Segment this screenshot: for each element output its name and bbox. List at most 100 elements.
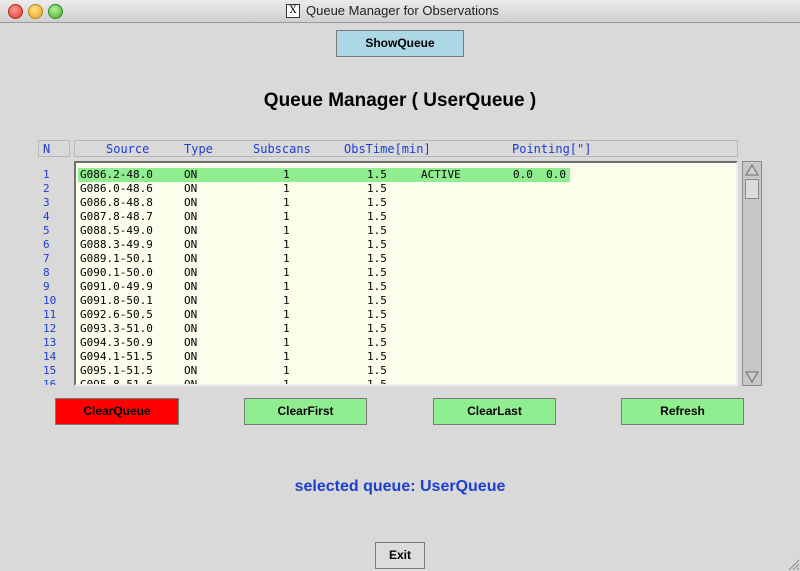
cell-type: ON [184,294,198,307]
row-number: 8 [43,266,50,279]
cell-obstime: 1.5 [367,266,387,279]
clear-last-button[interactable]: ClearLast [433,398,556,425]
table-row[interactable]: G086.0-48.6 ON 1 1.5 [78,182,734,196]
resize-grip-icon[interactable] [786,557,800,571]
table-row[interactable]: G089.1-50.1 ON 1 1.5 [78,252,734,266]
table-row-active[interactable]: G086.2-48.0 ON 1 1.5 ACTIVE 0.0 0.0 [78,168,570,182]
cell-source: G090.1-50.0 [80,266,153,279]
row-number: 13 [43,336,57,349]
cell-type: ON [184,210,198,223]
row-number-list[interactable]: 1 2 3 4 5 6 7 8 9 10 11 12 13 14 15 16 [38,161,70,385]
cell-source: G086.8-48.8 [80,196,153,209]
cell-obstime: 1.5 [367,168,387,181]
column-header-type: Type [184,142,213,156]
cell-source: G095.8-51.6 [80,378,153,386]
row-number: 3 [43,196,50,209]
scrollbar-thumb[interactable] [745,179,759,199]
cell-obstime: 1.5 [367,210,387,223]
arrow-up-icon[interactable] [745,163,759,177]
cell-obstime: 1.5 [367,336,387,349]
cell-subscans: 1 [283,266,290,279]
clear-queue-button[interactable]: ClearQueue [55,398,179,425]
table-row[interactable]: G094.3-50.9 ON 1 1.5 [78,336,734,350]
column-header-obstime: ObsTime[min] [344,142,431,156]
column-header-subscans: Subscans [253,142,311,156]
cell-obstime: 1.5 [367,378,387,386]
clear-first-button[interactable]: ClearFirst [244,398,367,425]
table-row[interactable]: G093.3-51.0 ON 1 1.5 [78,322,734,336]
cell-type: ON [184,182,198,195]
cell-obstime: 1.5 [367,322,387,335]
table-row[interactable]: G094.1-51.5 ON 1 1.5 [78,350,734,364]
cell-status: ACTIVE [421,168,461,181]
row-number: 1 [43,168,50,181]
row-number: 11 [43,308,57,321]
table-row[interactable]: G092.6-50.5 ON 1 1.5 [78,308,734,322]
cell-subscans: 1 [283,168,290,181]
table-row[interactable]: G090.1-50.0 ON 1 1.5 [78,266,734,280]
cell-obstime: 1.5 [367,364,387,377]
cell-source: G094.3-50.9 [80,336,153,349]
list-header: Source Type Subscans ObsTime[min] Pointi… [74,140,738,157]
cell-type: ON [184,378,198,386]
cell-type: ON [184,350,198,363]
table-row[interactable]: G087.8-48.7 ON 1 1.5 [78,210,734,224]
cell-obstime: 1.5 [367,182,387,195]
cell-obstime: 1.5 [367,252,387,265]
cell-source: G093.3-51.0 [80,322,153,335]
row-number: 5 [43,224,50,237]
cell-subscans: 1 [283,364,290,377]
cell-source: G086.0-48.6 [80,182,153,195]
table-row[interactable]: G086.8-48.8 ON 1 1.5 [78,196,734,210]
row-number: 9 [43,280,50,293]
cell-source: G088.5-49.0 [80,224,153,237]
cell-type: ON [184,196,198,209]
table-row[interactable]: G091.8-50.1 ON 1 1.5 [78,294,734,308]
cell-subscans: 1 [283,210,290,223]
cell-type: ON [184,252,198,265]
selected-queue-status: selected queue: UserQueue [294,478,506,495]
cell-obstime: 1.5 [367,238,387,251]
row-number: 16 [43,378,57,385]
table-row[interactable]: G095.1-51.5 ON 1 1.5 [78,364,734,378]
cell-subscans: 1 [283,308,290,321]
table-row[interactable]: G088.3-49.9 ON 1 1.5 [78,238,734,252]
cell-source: G088.3-49.9 [80,238,153,251]
table-row[interactable]: G095.8-51.6 ON 1 1.5 [78,378,734,386]
exit-button[interactable]: Exit [375,542,425,569]
show-queue-button[interactable]: ShowQueue [336,30,464,57]
cell-type: ON [184,336,198,349]
row-number: 6 [43,238,50,251]
close-icon[interactable] [8,4,23,19]
cell-source: G086.2-48.0 [80,168,153,181]
cell-source: G094.1-51.5 [80,350,153,363]
cell-subscans: 1 [283,252,290,265]
vertical-scrollbar[interactable] [742,161,762,386]
row-number: 4 [43,210,50,223]
cell-source: G092.6-50.5 [80,308,153,321]
cell-subscans: 1 [283,280,290,293]
cell-subscans: 1 [283,350,290,363]
maximize-icon[interactable] [48,4,63,19]
column-header-pointing: Pointing["] [512,142,592,156]
cell-type: ON [184,168,198,181]
queue-list[interactable]: G086.2-48.0 ON 1 1.5 ACTIVE 0.0 0.0 G086.0-48.… [74,161,738,386]
column-header-source: Source [106,142,150,156]
cell-subscans: 1 [283,196,290,209]
cell-obstime: 1.5 [367,196,387,209]
window-titlebar: X Queue Manager for Observations [0,0,800,23]
cell-type: ON [184,224,198,237]
cell-obstime: 1.5 [367,308,387,321]
window-title: Queue Manager for Observations [306,3,499,18]
arrow-down-icon[interactable] [745,370,759,384]
minimize-icon[interactable] [28,4,43,19]
cell-source: G095.1-51.5 [80,364,153,377]
table-row[interactable]: G091.0-49.9 ON 1 1.5 [78,280,734,294]
table-row[interactable]: G088.5-49.0 ON 1 1.5 [78,224,734,238]
cell-obstime: 1.5 [367,280,387,293]
cell-obstime: 1.5 [367,350,387,363]
cell-subscans: 1 [283,238,290,251]
cell-obstime: 1.5 [367,224,387,237]
n-header-box: N [38,140,70,157]
refresh-button[interactable]: Refresh [621,398,744,425]
